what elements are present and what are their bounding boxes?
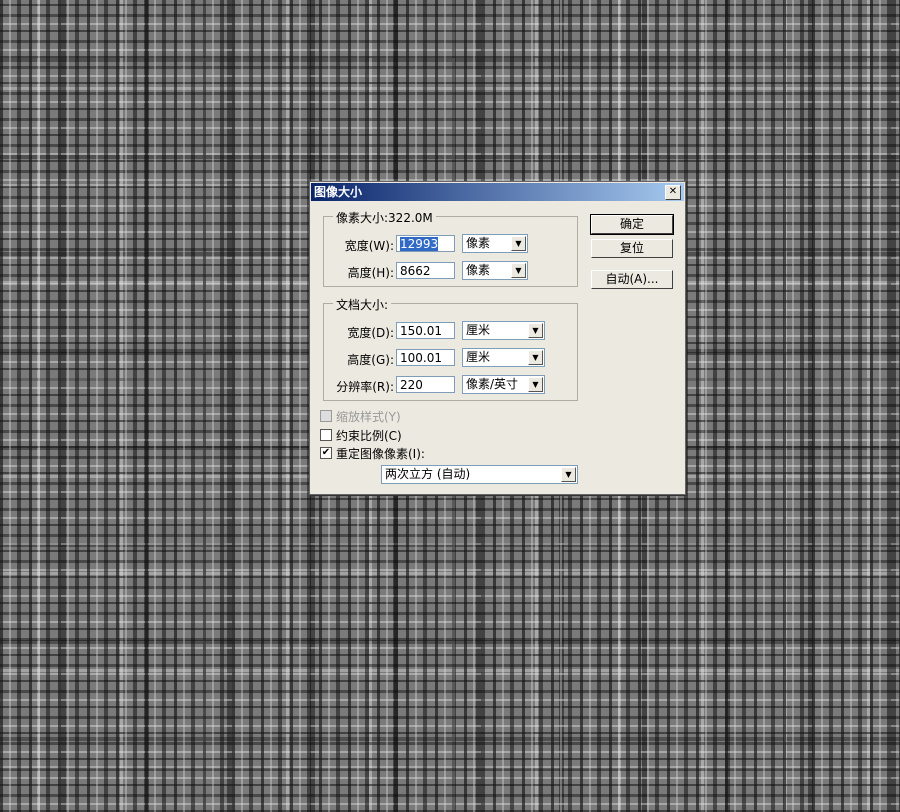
pixel-width-unit-select[interactable]: 像素 ▼	[462, 234, 528, 253]
resample-label: 重定图像像素(I):	[336, 447, 425, 461]
resample-checkbox[interactable]: ✔	[320, 447, 332, 459]
pixel-height-input[interactable]: 8662	[396, 262, 455, 279]
chevron-down-icon: ▼	[528, 323, 543, 338]
document-size-group: 文档大小: 宽度(D): 150.01 厘米 ▼ 高度(G): 100.01 厘米…	[323, 296, 578, 401]
pixel-dimensions-legend: 像素大小:322.0M	[333, 209, 436, 226]
doc-height-label: 高度(G):	[347, 353, 394, 367]
resolution-unit: 像素/英寸	[466, 377, 519, 391]
pixel-height-unit: 像素	[466, 263, 491, 277]
doc-height-unit: 厘米	[466, 350, 491, 364]
resolution-unit-select[interactable]: 像素/英寸 ▼	[462, 375, 545, 394]
pixel-dimensions-group: 像素大小:322.0M 宽度(W): 12993 像素 ▼ 高度(H): 8662…	[323, 209, 578, 287]
doc-height-input[interactable]: 100.01	[396, 349, 455, 366]
ok-button[interactable]: 确定	[590, 214, 674, 235]
pixel-height-unit-select[interactable]: 像素 ▼	[462, 261, 528, 280]
doc-width-unit: 厘米	[466, 323, 491, 337]
chevron-down-icon: ▼	[561, 467, 576, 482]
chevron-down-icon: ▼	[528, 350, 543, 365]
resample-method-select[interactable]: 两次立方 (自动) ▼	[381, 465, 578, 484]
pixel-width-unit: 像素	[466, 236, 491, 250]
doc-height-unit-select[interactable]: 厘米 ▼	[462, 348, 545, 367]
reset-button[interactable]: 复位	[591, 239, 673, 258]
dialog-titlebar[interactable]: 图像大小 ✕	[311, 183, 684, 201]
pixel-width-label: 宽度(W):	[344, 239, 394, 253]
scale-styles-label: 缩放样式(Y)	[336, 410, 401, 424]
constrain-proportions-checkbox[interactable]	[320, 429, 332, 441]
auto-button[interactable]: 自动(A)...	[591, 270, 673, 289]
scale-styles-checkbox[interactable]	[320, 410, 332, 422]
pixel-height-label: 高度(H):	[347, 266, 394, 280]
close-icon[interactable]: ✕	[665, 185, 681, 200]
doc-width-label: 宽度(D):	[347, 326, 394, 340]
pixel-width-value: 12993	[400, 237, 439, 251]
pixel-width-input[interactable]: 12993	[396, 235, 455, 252]
doc-width-unit-select[interactable]: 厘米 ▼	[462, 321, 545, 340]
chevron-down-icon: ▼	[511, 263, 526, 278]
constrain-proportions-label: 约束比例(C)	[336, 429, 402, 443]
image-size-dialog: 图像大小 ✕ 像素大小:322.0M 宽度(W): 12993 像素 ▼ 高度(H…	[309, 181, 686, 495]
chevron-down-icon: ▼	[528, 377, 543, 392]
dialog-title: 图像大小	[314, 185, 363, 199]
doc-width-input[interactable]: 150.01	[396, 322, 455, 339]
resolution-input[interactable]: 220	[396, 376, 455, 393]
resample-method-value: 两次立方 (自动)	[385, 467, 471, 481]
resolution-label: 分辨率(R):	[336, 380, 394, 394]
chevron-down-icon: ▼	[511, 236, 526, 251]
document-size-legend: 文档大小:	[333, 296, 392, 313]
